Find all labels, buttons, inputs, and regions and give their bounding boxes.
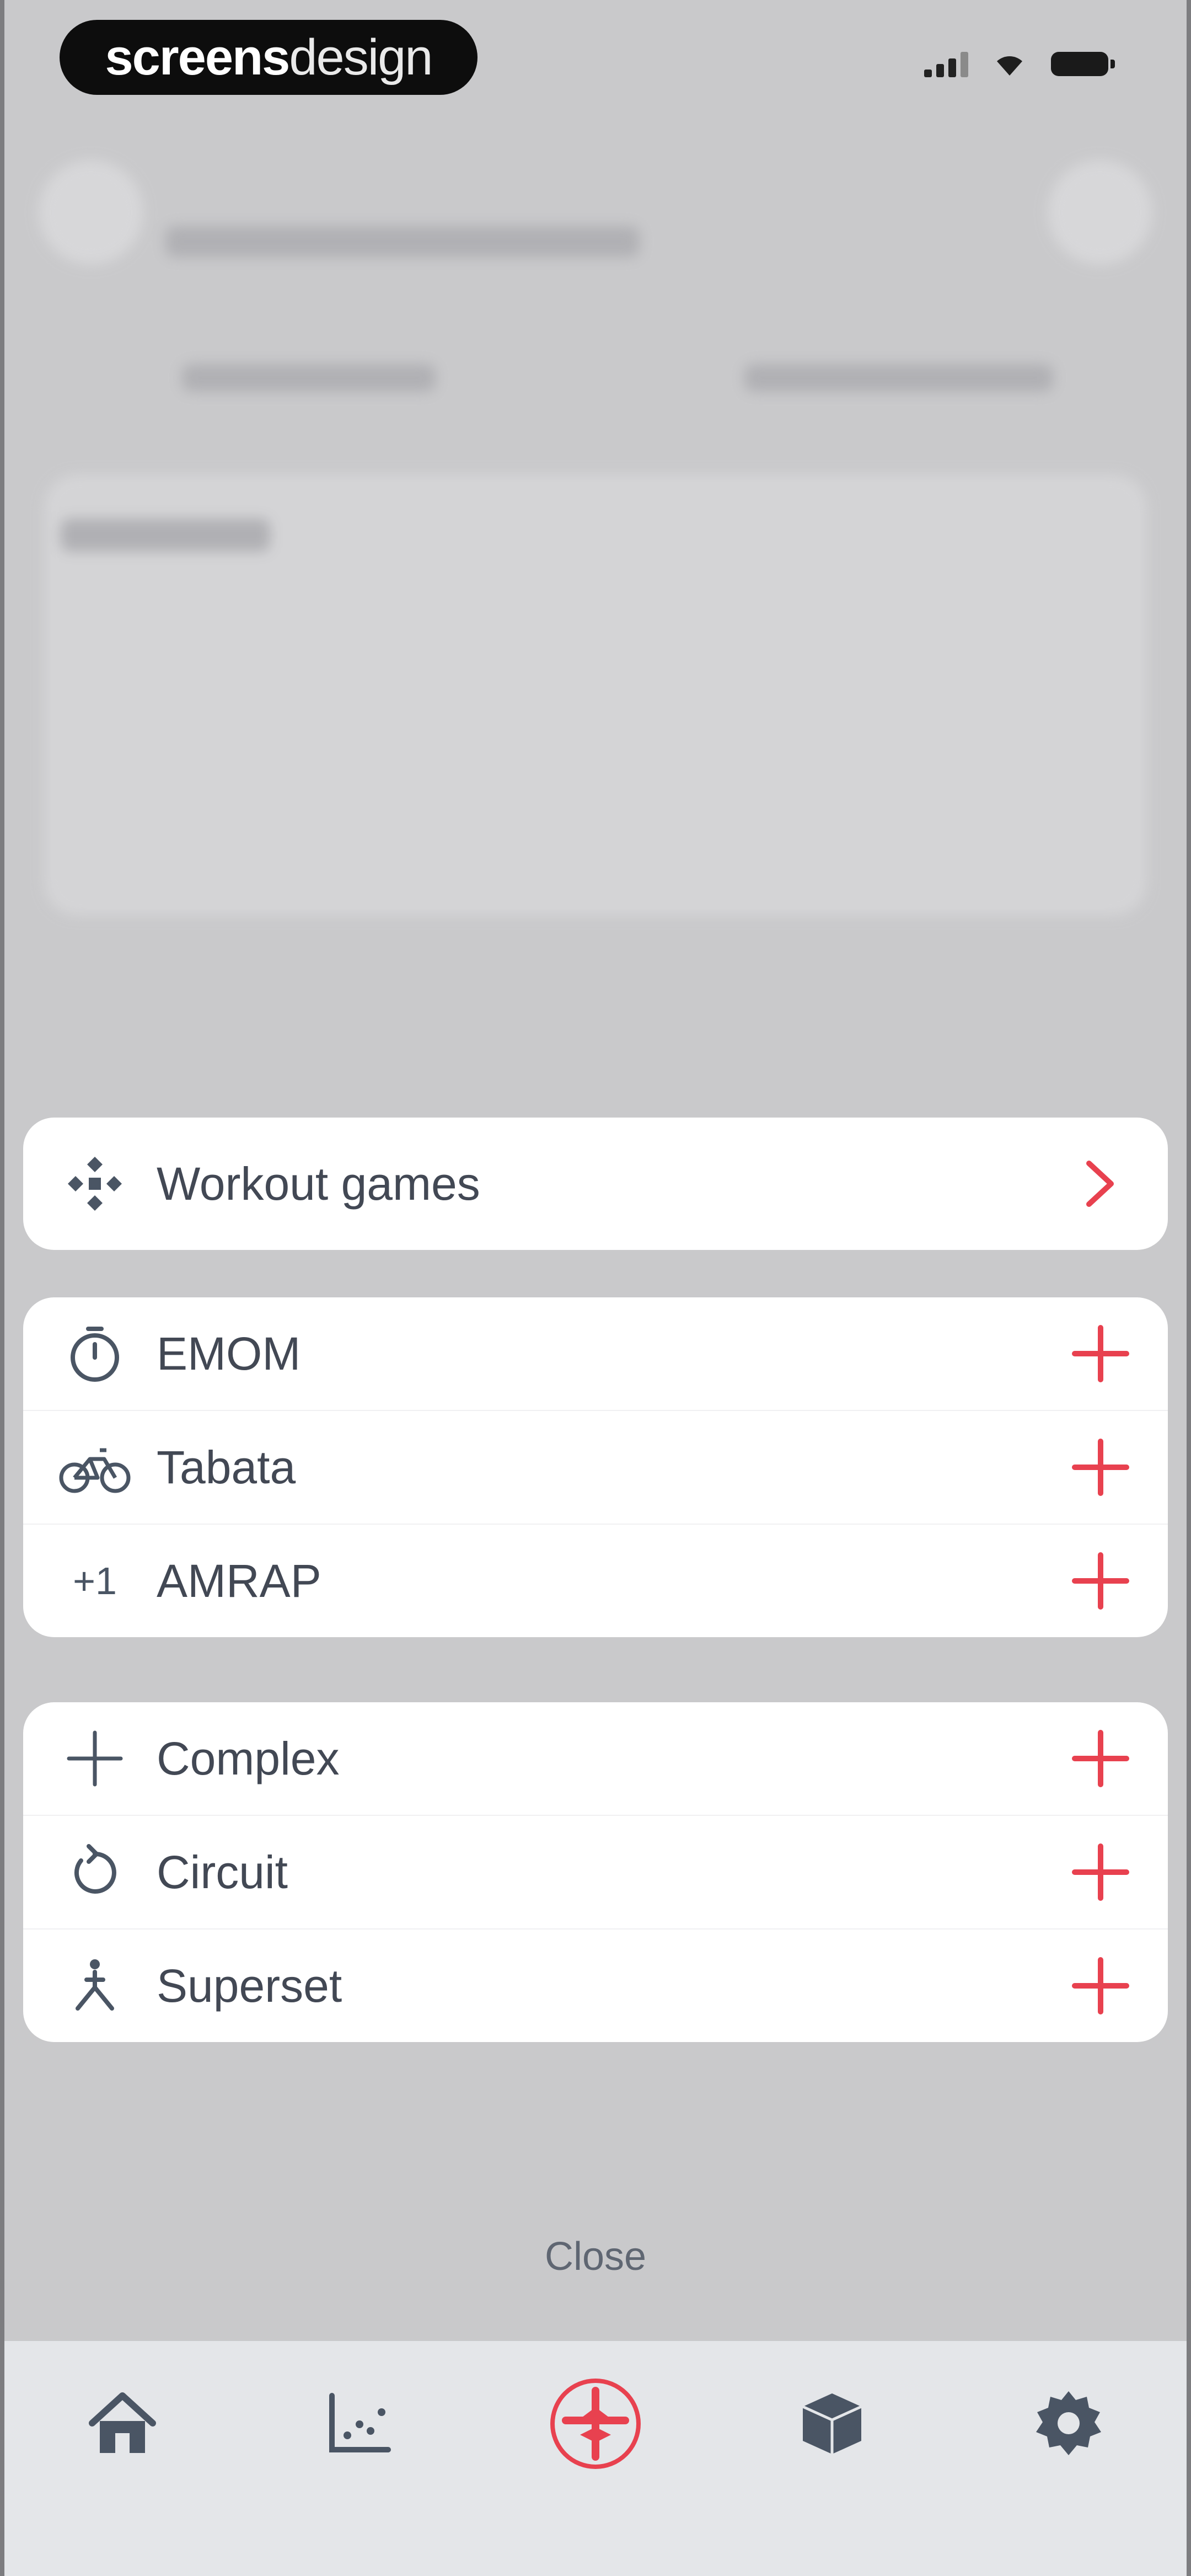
add-workout-icon	[550, 2379, 641, 2469]
list-item-tabata[interactable]: Tabata	[23, 1410, 1168, 1524]
tab-stats[interactable]	[298, 2363, 420, 2484]
amrap-label: AMRAP	[157, 1554, 321, 1607]
list-item-complex[interactable]: Complex	[23, 1702, 1168, 1815]
tab-workout[interactable]	[535, 2363, 656, 2484]
circuit-label: Circuit	[157, 1846, 288, 1898]
bicycle-icon	[56, 1429, 133, 1506]
timed-formats-panel: EMOM Tabata +1 AMRAP	[23, 1297, 1168, 1637]
gear-icon	[1036, 2391, 1101, 2455]
list-item-circuit[interactable]: Circuit	[23, 1815, 1168, 1928]
plus-one-icon: +1	[73, 1559, 117, 1602]
add-superset-button[interactable]	[1062, 1947, 1139, 2024]
workout-games-label: Workout games	[157, 1157, 480, 1210]
app-screen: screens design Workout games EMOM Tabata…	[0, 0, 1191, 2576]
background-action	[1048, 160, 1152, 265]
add-tabata-button[interactable]	[1062, 1429, 1139, 1506]
tab-home[interactable]	[62, 2363, 183, 2484]
list-item-emom[interactable]: EMOM	[23, 1297, 1168, 1410]
structures-panel: Complex Circuit Superset	[23, 1702, 1168, 2042]
background-card-title	[61, 519, 270, 552]
blurred-background	[0, 0, 1191, 1048]
gamepad-icon	[56, 1145, 133, 1222]
background-title	[165, 226, 640, 257]
emom-label: EMOM	[157, 1327, 301, 1380]
background-avatar	[39, 160, 143, 265]
stopwatch-icon	[56, 1315, 133, 1392]
add-complex-button[interactable]	[1062, 1720, 1139, 1797]
complex-label: Complex	[157, 1732, 340, 1784]
tab-library[interactable]	[771, 2363, 893, 2484]
add-circuit-button[interactable]	[1062, 1834, 1139, 1911]
close-button[interactable]: Close	[0, 2234, 1191, 2279]
tab-settings[interactable]	[1008, 2363, 1129, 2484]
add-emom-button[interactable]	[1062, 1315, 1139, 1392]
list-item-superset[interactable]: Superset	[23, 1928, 1168, 2042]
workout-games-panel: Workout games	[23, 1118, 1168, 1250]
tabata-label: Tabata	[157, 1441, 296, 1493]
plus-icon	[56, 1720, 133, 1797]
list-item-amrap[interactable]: +1 AMRAP	[23, 1524, 1168, 1637]
chevron-right-icon[interactable]	[1062, 1145, 1139, 1222]
background-tab	[744, 364, 1053, 392]
superset-label: Superset	[157, 1959, 342, 2012]
chart-icon	[329, 2393, 391, 2452]
box-icon	[802, 2393, 862, 2454]
add-amrap-button[interactable]	[1062, 1542, 1139, 1620]
home-icon	[89, 2392, 157, 2453]
rotate-icon	[56, 1834, 133, 1911]
background-tab	[182, 364, 436, 392]
superset-icon	[56, 1947, 133, 2024]
tab-bar	[4, 2341, 1187, 2576]
workout-games-item[interactable]: Workout games	[23, 1118, 1168, 1250]
